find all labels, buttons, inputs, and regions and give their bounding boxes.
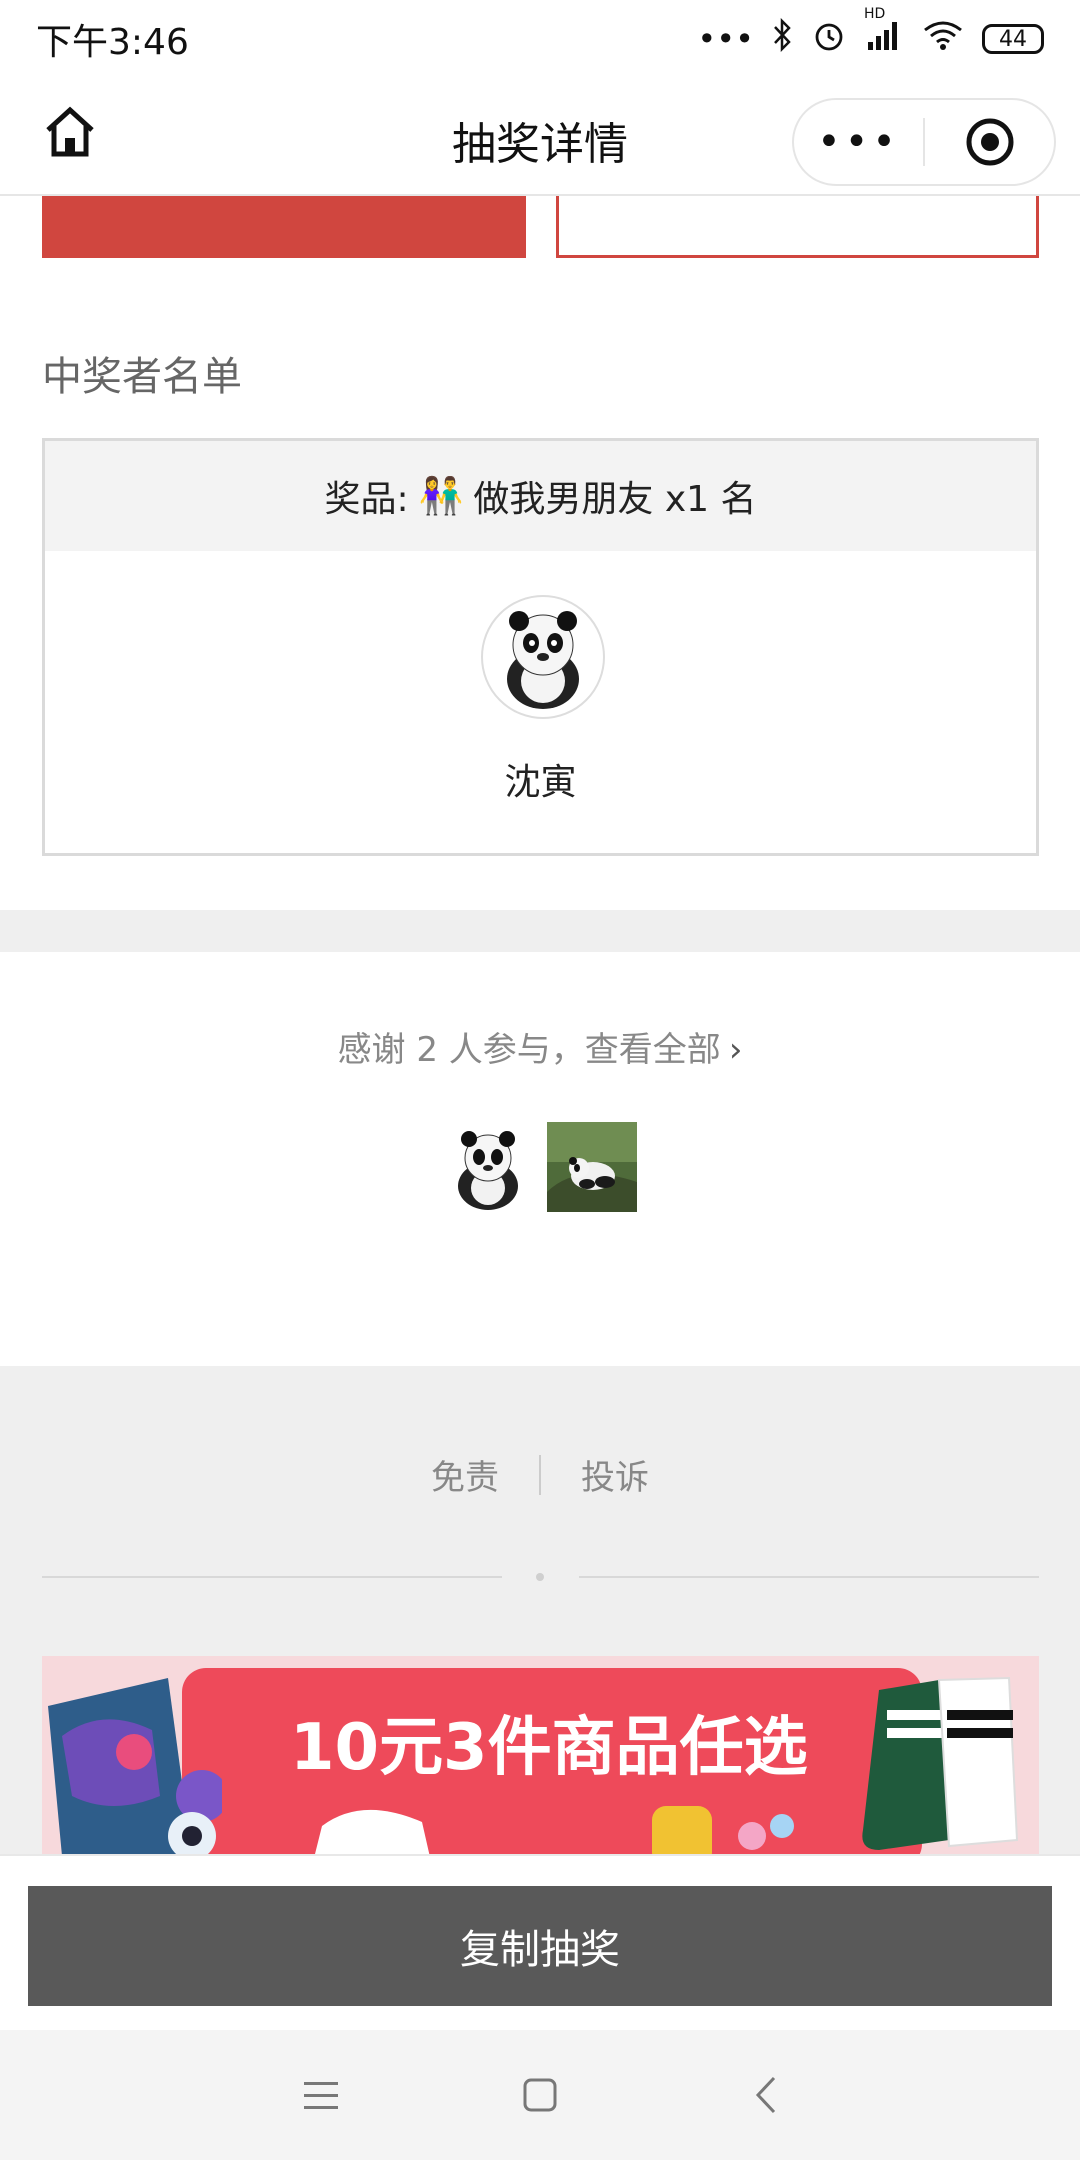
rule-right bbox=[579, 1576, 1039, 1578]
complaint-link[interactable]: 投诉 bbox=[581, 1450, 649, 1499]
rule-dot bbox=[536, 1573, 544, 1581]
view-all-participants-link[interactable]: 感谢 2 人参与，查看全部 › bbox=[0, 1022, 1080, 1071]
home-square-icon[interactable] bbox=[515, 2070, 565, 2120]
product-images bbox=[315, 1806, 794, 1854]
winner-avatar[interactable] bbox=[481, 595, 605, 719]
participant-avatar[interactable] bbox=[547, 1122, 637, 1212]
battery-icon: 44 bbox=[982, 24, 1044, 54]
status-bar: 下午3:46 ••• HD 44 bbox=[0, 0, 1080, 78]
rule-left bbox=[42, 1576, 502, 1578]
more-dots-icon: ••• bbox=[697, 20, 754, 58]
disclaimer-link[interactable]: 免责 bbox=[431, 1450, 499, 1499]
participant-avatars bbox=[0, 1122, 1080, 1212]
section-divider bbox=[0, 910, 1080, 952]
footer: 免责 投诉 10元3件商品任选 bbox=[0, 1366, 1080, 1854]
primary-action-button[interactable] bbox=[42, 196, 526, 258]
copy-lottery-button[interactable]: 复制抽奖 bbox=[28, 1886, 1052, 2006]
prize-label: 奖品: bbox=[324, 479, 409, 520]
winners-section-title: 中奖者名单 bbox=[42, 354, 242, 400]
bottom-bar: 复制抽奖 bbox=[0, 1854, 1080, 2030]
alarm-icon bbox=[812, 18, 846, 60]
wifi-icon bbox=[922, 18, 964, 60]
nav-bar: 抽奖详情 ••• bbox=[0, 78, 1080, 196]
action-buttons bbox=[0, 196, 1080, 260]
menu-icon[interactable] bbox=[296, 2070, 346, 2120]
couple-emoji-icon: 👫 bbox=[418, 476, 464, 517]
socks-image bbox=[862, 1676, 1019, 1850]
winner-card: 奖品: 👫 做我男朋友 x1 名 沈寅 bbox=[42, 438, 1039, 856]
back-icon[interactable] bbox=[742, 2070, 792, 2120]
signal-icon: HD bbox=[864, 6, 904, 60]
winner-name: 沈寅 bbox=[504, 762, 577, 803]
system-navigation-bar bbox=[0, 2030, 1080, 2160]
prize-name: 做我男朋友 x1 名 bbox=[473, 479, 757, 520]
ad-headline: 10元3件商品任选 bbox=[290, 1711, 808, 1785]
more-icon[interactable]: ••• bbox=[794, 119, 923, 165]
ad-banner[interactable]: 10元3件商品任选 bbox=[42, 1656, 1039, 1854]
secondary-action-button[interactable] bbox=[556, 196, 1039, 258]
thanks-text: 感谢 2 人参与，查看全部 bbox=[337, 1030, 721, 1070]
snack-package-image bbox=[48, 1678, 222, 1854]
close-target-icon[interactable] bbox=[925, 116, 1054, 168]
status-icons: ••• HD 44 bbox=[697, 6, 1044, 60]
footer-rule bbox=[42, 1573, 1039, 1581]
footer-links: 免责 投诉 bbox=[0, 1450, 1080, 1499]
network-badge: HD bbox=[864, 6, 886, 22]
mini-program-capsule: ••• bbox=[792, 98, 1056, 186]
chevron-right-icon: › bbox=[728, 1030, 743, 1070]
footer-divider bbox=[539, 1454, 541, 1495]
participant-avatar[interactable] bbox=[443, 1122, 533, 1212]
prize-header: 奖品: 👫 做我男朋友 x1 名 bbox=[45, 441, 1036, 551]
status-time: 下午3:46 bbox=[36, 22, 189, 63]
bluetooth-icon bbox=[772, 17, 794, 60]
